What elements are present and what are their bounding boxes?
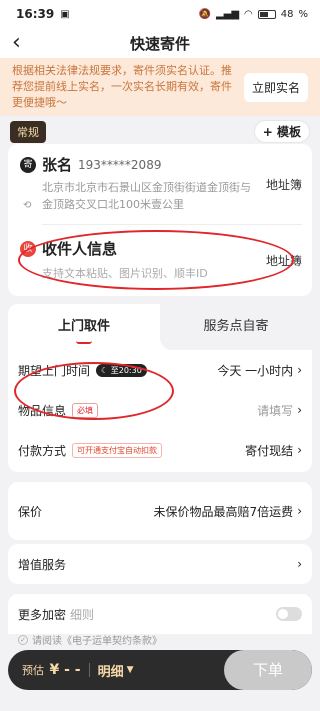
wifi-icon: ◠ (244, 8, 253, 20)
agreement-text: 请阅读《电子运单契约条款》 (32, 636, 162, 647)
payment-label: 付款方式 (18, 443, 67, 458)
caret-down-icon: ▼ (126, 665, 134, 675)
page-title: 快速寄件 (129, 34, 190, 53)
divider (42, 224, 302, 225)
submit-order-button[interactable]: 下单 (224, 650, 312, 690)
bottom-bar: 预估 ¥ - - 明细 ▼ 下单 (8, 650, 312, 690)
tab-self-send[interactable]: 服务点自寄 (160, 304, 312, 350)
chevron-right-icon: › (297, 443, 302, 457)
notice-text: 根据相关法律法规要求，寄件须实名认证。推荐您提前线上实名，一次实名长期有效，寄件… (12, 64, 232, 109)
alipay-autopay-pill[interactable]: 可开通支付宝自动扣款 (72, 442, 163, 458)
verify-now-button[interactable]: 立即实名 (243, 72, 308, 102)
tab-self-send-label: 服务点自寄 (203, 319, 269, 334)
swap-icon[interactable]: ⟲ (23, 200, 31, 211)
battery-level: 48 (280, 8, 294, 20)
expected-time-value: 今天 一小时内 (217, 363, 294, 378)
tag-row: 常规 + 模板 (0, 116, 320, 146)
estimate-value: ¥ - - (49, 662, 81, 678)
detail-button[interactable]: 明细 (98, 661, 124, 680)
chevron-right-icon: › (297, 557, 302, 571)
annotation-oval-item-info (14, 362, 174, 420)
tab-pickup-label: 上门取件 (57, 319, 110, 334)
regular-tag[interactable]: 常规 (10, 121, 46, 143)
tab-active-indicator (76, 341, 92, 344)
status-bar: 16:39 ▣ 🔕 ▂▄▆ ◠ 48% (0, 0, 320, 28)
added-services-label: 增值服务 (18, 557, 67, 572)
sender-phone: 193*****2089 (78, 157, 162, 172)
annotation-oval-receiver (18, 230, 294, 290)
chevron-right-icon: › (297, 403, 302, 417)
estimate-price: 预估 ¥ - - (8, 662, 81, 678)
sender-block[interactable]: 寄张名 193*****2089 北京市北京市石景山区金顶街街道金顶街与金顶路交叉… (20, 154, 302, 213)
payment-value: 寄付现结 (245, 443, 294, 458)
estimate-label: 预估 (22, 664, 44, 677)
service-tabs: 上门取件 服务点自寄 (8, 304, 312, 350)
chevron-right-icon: › (297, 363, 302, 377)
signal-icon: ▂▄▆ (215, 8, 240, 20)
insurance-label: 保价 (18, 504, 43, 519)
real-name-notice: 根据相关法律法规要求，寄件须实名认证。推荐您提前线上实名，一次实名长期有效，寄件… (0, 58, 320, 116)
chevron-right-icon: › (297, 504, 302, 518)
tab-pickup[interactable]: 上门取件 (8, 304, 160, 350)
insurance-value: 未保价物品最高赔7倍运费 (153, 504, 294, 519)
separator (88, 663, 90, 677)
more-encryption-label: 更多加密 (18, 607, 67, 622)
notification-icon: ▣ (60, 8, 70, 20)
encryption-rules-link[interactable]: 细则 (70, 606, 94, 623)
back-arrow-icon[interactable]: ‹ (12, 30, 21, 55)
sender-address: 北京市北京市石景山区金顶街街道金顶街与金顶路交叉口北100米壹公里 (42, 181, 251, 211)
encryption-toggle[interactable] (276, 607, 302, 621)
agreement-row[interactable]: ✓ 请阅读《电子运单契约条款》 (18, 632, 162, 647)
address-card: 寄张名 193*****2089 北京市北京市石景山区金顶街街道金顶街与金顶路交叉… (8, 144, 312, 296)
sender-name: 张名 (42, 156, 73, 174)
insurance-card[interactable]: 保价 未保价物品最高赔7倍运费 › (8, 482, 312, 540)
agree-checkbox[interactable]: ✓ (18, 634, 28, 645)
template-button[interactable]: + 模板 (253, 120, 310, 143)
service-card: 上门取件 服务点自寄 期望上门时间 ☾ 至20:30 今天 一小时内 › 物品信… (8, 304, 312, 472)
clock: 16:39 (16, 7, 55, 21)
added-services-card[interactable]: 增值服务 › (8, 544, 312, 584)
sender-badge: 寄 (20, 156, 36, 173)
more-encryption-row: 更多加密 细则 (8, 594, 312, 634)
item-info-placeholder: 请填写 (257, 403, 294, 418)
mute-icon: 🔕 (198, 8, 211, 20)
battery-icon (257, 9, 276, 19)
nav-bar: ‹ 快速寄件 (0, 28, 320, 58)
sender-address-book-button[interactable]: 地址簿 (266, 176, 302, 193)
payment-row[interactable]: 付款方式 可开通支付宝自动扣款 寄付现结 › (8, 430, 312, 470)
